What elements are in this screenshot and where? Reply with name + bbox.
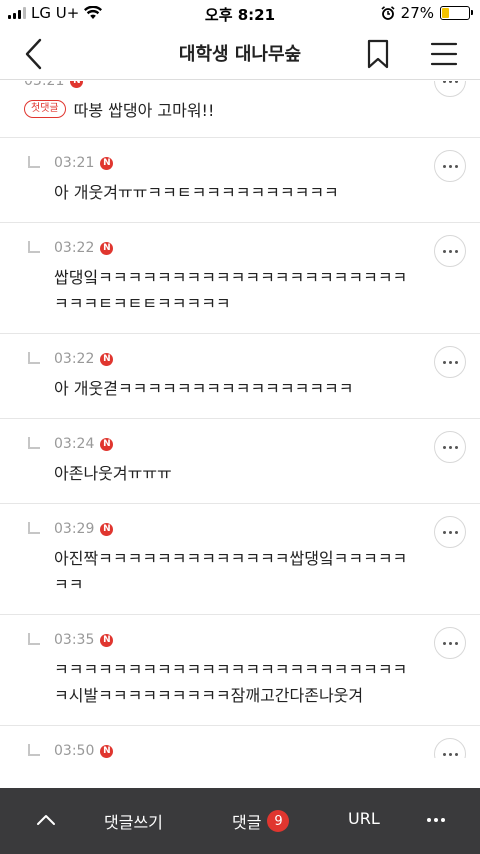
hamburger-menu-icon[interactable] (428, 38, 460, 70)
reply-item: 03:50Nㅋㅋㅋㅋㅋㅋㅋ쌉댕잌ㅋㅋㅋㅋㅋㅋㅋㅋㅋㅋ 개웃겯 (0, 726, 480, 758)
first-comment: 03:21 N 첫댓글 따봉 쌉댕아 고마워!! (0, 81, 480, 138)
more-options-button[interactable] (434, 627, 466, 659)
chevron-up-icon[interactable] (34, 808, 58, 832)
reply-item: 03:24 N 아존나웃겨ㅠㅠㅠ (0, 419, 480, 504)
reply-time: 03:22 (54, 351, 95, 367)
comment-count-badge: 9 (267, 810, 290, 832)
reply-time: 03:24 (54, 436, 95, 452)
reply-indent-icon (28, 633, 40, 645)
bookmark-icon[interactable] (364, 38, 392, 70)
new-badge: N (100, 744, 114, 758)
comment-time: 03:21 (24, 81, 65, 89)
more-options-button[interactable] (434, 150, 466, 182)
new-badge: N (100, 156, 114, 170)
reply-indent-icon (28, 241, 40, 253)
new-badge: N (100, 437, 114, 451)
more-options-button[interactable] (434, 235, 466, 267)
reply-indent-icon (28, 744, 40, 756)
comment-meta: 03:21 N (24, 81, 410, 89)
reply-indent-icon (28, 352, 40, 364)
reply-text: ㅋㅋㅋㅋㅋㅋㅋㅋㅋㅋㅋㅋㅋㅋㅋㅋㅋㅋㅋㅋㅋㅋㅋㅋㅋ시발ㅋㅋㅋㅋㅋㅋㅋㅋㅋ잠깨고간… (54, 660, 408, 705)
reply-text: 아 개웃겨ㅠㅠㅋㅋㅌㅋㅋㅋㅋㅋㅋㅋㅋㅋㅋ (54, 183, 339, 202)
bottom-tab-bar: 댓글쓰기 댓글 9 URL (0, 788, 480, 854)
new-badge: N (100, 633, 114, 647)
more-dots-icon[interactable] (424, 810, 448, 830)
more-options-button[interactable] (434, 81, 466, 97)
reply-time: 03:21 (54, 155, 95, 171)
reply-item: 03:29 N 아진짝ㅋㅋㅋㅋㅋㅋㅋㅋㅋㅋㅋㅋㅋ쌉댕잌ㅋㅋㅋㅋㅋㅋㅋ (0, 504, 480, 615)
reply-time: 03:29 (54, 521, 95, 537)
more-options-button[interactable] (434, 346, 466, 378)
comment-list: 03:21 N 첫댓글 따봉 쌉댕아 고마워!! 03:21 N 아 개웃겨ㅠㅠㅋㅋ… (0, 81, 480, 758)
page-title: 대학생 대나무숲 (178, 44, 302, 65)
reply-time: 03:35 (54, 632, 95, 648)
battery-percent: 27% (400, 4, 434, 22)
status-bar: LG U+ 오후 8:21 27% (0, 0, 480, 28)
reply-time: 03:22 (54, 240, 95, 256)
reply-indent-icon (28, 437, 40, 449)
url-button[interactable]: URL (348, 809, 380, 828)
comments-button[interactable]: 댓글 9 (232, 809, 290, 833)
comment-text: 따봉 쌉댕아 고마워!! (73, 101, 215, 120)
reply-time: 03:50 (54, 743, 95, 758)
comments-label: 댓글 (232, 813, 262, 832)
status-right: 27% (381, 4, 473, 22)
reply-meta: 03:50 N (54, 742, 410, 758)
reply-text: 아 개웃겯ㅋㅋㅋㅋㅋㅋㅋㅋㅋㅋㅋㅋㅋㅋㅋㅋ (54, 379, 354, 398)
reply-indent-icon (28, 522, 40, 534)
reply-text: 쌉댕잌ㅋㅋㅋㅋㅋㅋㅋㅋㅋㅋㅋㅋㅋㅋㅋㅋㅋㅋㅋㅋㅋㅋㅋㅋㅌㅋㅌㅌㅋㅋㅋㅋㅋ (54, 268, 408, 313)
reply-meta: 03:35 N (54, 631, 410, 649)
nav-bar: 대학생 대나무숲 (0, 28, 480, 80)
reply-item: 03:22 N 쌉댕잌ㅋㅋㅋㅋㅋㅋㅋㅋㅋㅋㅋㅋㅋㅋㅋㅋㅋㅋㅋㅋㅋㅋㅋㅋㅌㅋㅌㅌㅋㅋㅋ… (0, 223, 480, 334)
battery-icon (440, 6, 473, 20)
reply-meta: 03:29 N (54, 520, 410, 538)
battery-level-fill (442, 8, 450, 18)
new-badge: N (100, 352, 114, 366)
reply-meta: 03:24 N (54, 435, 410, 453)
alarm-icon (381, 6, 395, 20)
reply-text: 아진짝ㅋㅋㅋㅋㅋㅋㅋㅋㅋㅋㅋㅋㅋ쌉댕잌ㅋㅋㅋㅋㅋㅋㅋ (54, 549, 408, 594)
write-comment-button[interactable]: 댓글쓰기 (104, 809, 163, 833)
reply-meta: 03:22 N (54, 350, 410, 368)
more-options-button[interactable] (434, 516, 466, 548)
reply-meta: 03:21 N (54, 154, 410, 172)
reply-text: 아존나웃겨ㅠㅠㅠ (54, 464, 172, 483)
reply-indent-icon (28, 156, 40, 168)
comment-area: 03:21 N 첫댓글 따봉 쌉댕아 고마워!! 03:21 N 아 개웃겨ㅠㅠㅋㅋ… (0, 81, 480, 758)
first-comment-tag: 첫댓글 (24, 100, 66, 118)
reply-meta: 03:22 N (54, 239, 410, 257)
reply-item: 03:21 N 아 개웃겨ㅠㅠㅋㅋㅌㅋㅋㅋㅋㅋㅋㅋㅋㅋㅋ (0, 138, 480, 223)
reply-item: 03:22 N 아 개웃겯ㅋㅋㅋㅋㅋㅋㅋㅋㅋㅋㅋㅋㅋㅋㅋㅋ (0, 334, 480, 419)
reply-list: 03:21 N 아 개웃겨ㅠㅠㅋㅋㅌㅋㅋㅋㅋㅋㅋㅋㅋㅋㅋ 03:22 N 쌉댕잌ㅋㅋㅋㅋㅋ… (0, 138, 480, 758)
new-badge: N (70, 81, 84, 88)
comment-body: 첫댓글 따봉 쌉댕아 고마워!! (24, 97, 410, 121)
more-options-button[interactable] (434, 431, 466, 463)
new-badge: N (100, 241, 114, 255)
new-badge: N (100, 522, 114, 536)
reply-item: 03:35 N ㅋㅋㅋㅋㅋㅋㅋㅋㅋㅋㅋㅋㅋㅋㅋㅋㅋㅋㅋㅋㅋㅋㅋㅋㅋ시발ㅋㅋㅋㅋㅋㅋㅋ… (0, 615, 480, 726)
more-options-button[interactable] (434, 738, 466, 758)
